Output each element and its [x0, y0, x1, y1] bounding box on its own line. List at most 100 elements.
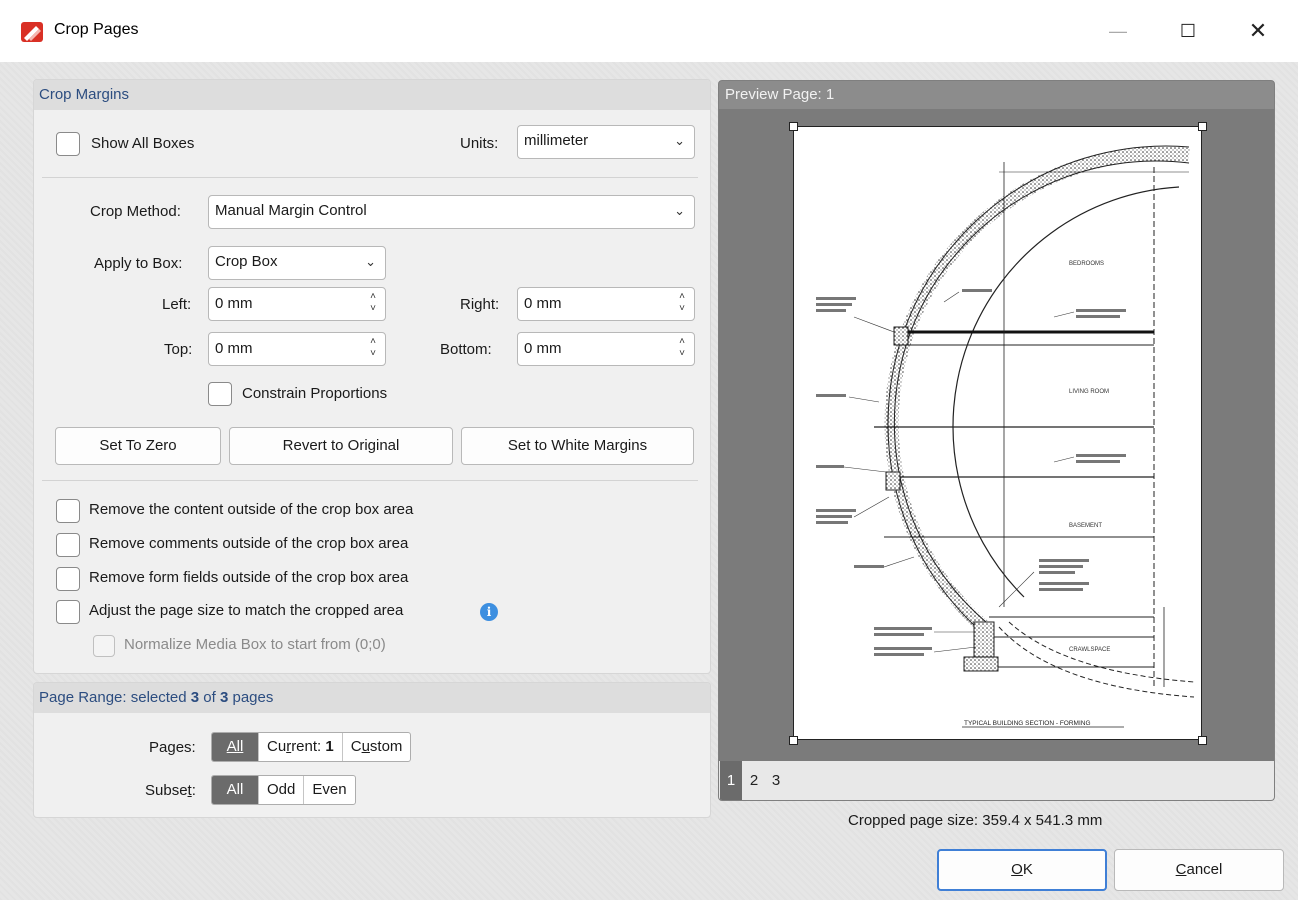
preview-page-tabs: 1 2 3	[719, 761, 1274, 800]
crop-handle-top-right[interactable]	[1198, 122, 1207, 131]
page-range-heading-suffix: pages	[228, 689, 274, 706]
room-label: CRAWLSPACE	[1069, 647, 1110, 653]
top-margin-label: Top:	[164, 341, 193, 358]
remove-content-checkbox[interactable]	[56, 499, 80, 523]
remove-form-fields-checkbox[interactable]	[56, 567, 80, 591]
cancel-button[interactable]: Cancel	[1114, 849, 1284, 891]
drawing-title: TYPICAL BUILDING SECTION - FORMING	[964, 720, 1091, 727]
preview-panel: Preview Page: 1 BEDROOMS LIVING ROOM BAS…	[718, 80, 1275, 801]
pages-label-part: Pa	[149, 739, 168, 756]
stepper-arrows-icon[interactable]: ˄ ˅	[676, 291, 688, 315]
page-tab-3[interactable]: 3	[765, 761, 787, 800]
divider	[42, 177, 698, 178]
remove-comments-checkbox[interactable]	[56, 533, 80, 557]
close-button[interactable]: ✕	[1234, 14, 1282, 48]
building-section-drawing: BEDROOMS LIVING ROOM BASEMENT CRAWLSPACE…	[816, 145, 1195, 728]
constrain-proportions-label: Constrain Proportions	[242, 385, 388, 402]
page-range-heading-of: of	[199, 689, 220, 706]
subset-label-part: :	[191, 782, 196, 799]
option-text: C	[350, 738, 362, 755]
option-text: rent:	[291, 738, 326, 755]
remove-content-label: Remove the content outside of the crop b…	[89, 501, 414, 518]
adjust-page-size-label: Adjust the page size to match the croppe…	[89, 602, 404, 619]
set-to-white-margins-button[interactable]: Set to White Margins	[461, 427, 694, 465]
show-all-boxes-label: Show All Boxes	[91, 135, 195, 152]
current-page-number: 1	[325, 738, 334, 755]
adjust-page-size-checkbox[interactable]	[56, 600, 80, 624]
cropped-page-size: Cropped page size: 359.4 x 541.3 mm	[848, 812, 1103, 829]
crop-method-value: Manual Margin Control	[215, 202, 367, 219]
subset-all-option[interactable]: All	[212, 776, 259, 804]
right-margin-label: Right:	[460, 296, 500, 313]
units-value: millimeter	[524, 132, 589, 149]
divider	[42, 480, 698, 481]
room-label: LIVING ROOM	[1069, 389, 1109, 395]
app-logo-icon	[21, 22, 43, 42]
top-margin-value: 0 mm	[215, 340, 253, 357]
option-text: Cu	[267, 738, 287, 755]
crop-margins-heading: Crop Margins	[34, 80, 710, 110]
option-text: stom	[369, 738, 403, 755]
units-select[interactable]: millimeter ⌄	[517, 125, 695, 159]
pages-custom-option[interactable]: Custom	[343, 733, 411, 761]
chevron-down-icon: ⌄	[365, 254, 376, 269]
remove-comments-label: Remove comments outside of the crop box …	[89, 535, 409, 552]
crop-handle-top-left[interactable]	[789, 122, 798, 131]
room-label: BASEMENT	[1069, 523, 1102, 529]
minimize-button[interactable]: —	[1094, 14, 1142, 48]
crop-method-select[interactable]: Manual Margin Control ⌄	[208, 195, 695, 229]
constrain-proportions-checkbox[interactable]	[208, 382, 232, 406]
apply-to-box-select[interactable]: Crop Box ⌄	[208, 246, 386, 280]
subset-segmented-control: All Odd Even	[211, 775, 356, 805]
set-to-zero-button[interactable]: Set To Zero	[55, 427, 221, 465]
left-margin-stepper[interactable]: 0 mm ˄ ˅	[208, 287, 386, 321]
apply-to-box-label: Apply to Box:	[94, 255, 183, 272]
revert-to-original-button[interactable]: Revert to Original	[229, 427, 453, 465]
window-title: Crop Pages	[54, 21, 139, 38]
units-label: Units:	[460, 135, 499, 152]
page-range-heading: Page Range: selected 3 of 3 pages	[34, 683, 710, 713]
bottom-margin-label: Bottom:	[440, 341, 492, 358]
page-range-heading-prefix: Page Range: selected	[39, 689, 191, 706]
crop-handle-bottom-left[interactable]	[789, 736, 798, 745]
top-margin-stepper[interactable]: 0 mm ˄ ˅	[208, 332, 386, 366]
ok-accel: O	[1011, 861, 1023, 878]
normalize-media-box-label: Normalize Media Box to start from (0;0)	[124, 636, 386, 653]
stepper-arrows-icon[interactable]: ˄ ˅	[367, 336, 379, 360]
preview-page: BEDROOMS LIVING ROOM BASEMENT CRAWLSPACE…	[793, 126, 1202, 740]
title-bar: Crop Pages — ☐ ✕	[0, 0, 1298, 62]
preview-heading: Preview Page: 1	[719, 81, 1274, 109]
ok-button[interactable]: OK	[937, 849, 1107, 891]
stepper-arrows-icon[interactable]: ˄ ˅	[676, 336, 688, 360]
selected-count: 3	[190, 689, 200, 706]
page-tab-1[interactable]: 1	[720, 761, 742, 800]
cancel-label: ancel	[1186, 861, 1223, 878]
page-tab-2[interactable]: 2	[743, 761, 765, 800]
normalize-media-box-checkbox	[93, 635, 115, 657]
chevron-down-icon: ⌄	[674, 133, 685, 148]
left-margin-value: 0 mm	[215, 295, 253, 312]
subset-label-part: Subse	[145, 782, 188, 799]
pages-label-accel: g	[167, 739, 176, 756]
right-margin-stepper[interactable]: 0 mm ˄ ˅	[517, 287, 695, 321]
pages-segmented-control: All Current: 1 Custom	[211, 732, 412, 762]
pages-all-option[interactable]: All	[212, 733, 259, 761]
bottom-margin-value: 0 mm	[524, 340, 562, 357]
bottom-margin-stepper[interactable]: 0 mm ˄ ˅	[517, 332, 695, 366]
pages-current-option[interactable]: Current: 1	[259, 733, 343, 761]
maximize-button[interactable]: ☐	[1164, 14, 1212, 48]
show-all-boxes-checkbox[interactable]	[56, 132, 80, 156]
pages-label: Pages:	[149, 739, 196, 756]
subset-odd-option[interactable]: Odd	[259, 776, 305, 804]
right-margin-value: 0 mm	[524, 295, 562, 312]
option-accel: u	[361, 738, 370, 755]
crop-method-label: Crop Method:	[90, 203, 181, 220]
subset-even-option[interactable]: Even	[304, 776, 354, 804]
chevron-down-icon: ⌄	[674, 203, 685, 218]
left-margin-label: Left:	[162, 296, 192, 313]
crop-handle-bottom-right[interactable]	[1198, 736, 1207, 745]
stepper-arrows-icon[interactable]: ˄ ˅	[367, 291, 379, 315]
ok-label: K	[1022, 861, 1033, 878]
info-icon[interactable]: i	[480, 603, 498, 621]
remove-form-fields-label: Remove form fields outside of the crop b…	[89, 569, 409, 586]
